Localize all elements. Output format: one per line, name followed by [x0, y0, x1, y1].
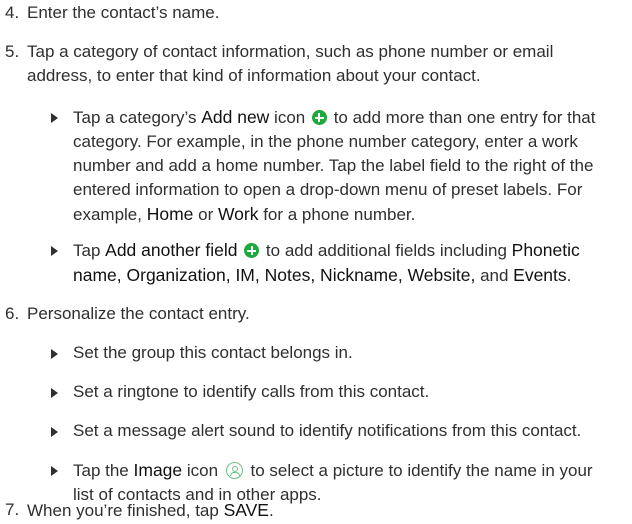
step-text-line: address, to enter that kind of informati…	[27, 66, 481, 85]
bullet-line: Tap Add another field to add additional …	[73, 240, 580, 260]
bullet-line: entered information to open a drop-down …	[73, 180, 583, 199]
bullet-text: Tap Add another field to add additional …	[73, 238, 622, 288]
step-number: 7.	[5, 500, 20, 519]
step-text-line: Tap a category of contact information, s…	[27, 42, 554, 61]
bullet-text: Set a ringtone to identify calls from th…	[73, 382, 430, 401]
bold-term: Phonetic	[511, 240, 580, 260]
manual-page: 4. Enter the contact’s name. 5. Tap a ca…	[0, 0, 632, 524]
plus-circle-icon	[311, 110, 327, 125]
step-number: 5.	[5, 42, 20, 61]
step-number: 4.	[5, 3, 20, 22]
step-5: 5. Tap a category of contact information…	[5, 40, 622, 88]
step-text: Enter the contact’s name.	[27, 3, 220, 22]
plus-circle-icon	[244, 243, 260, 258]
bullet-line: Tap a category’s Add new icon to add mor…	[73, 107, 596, 127]
bold-term: Home	[146, 204, 194, 224]
bullet-arrow-icon	[51, 113, 58, 123]
step-text: Tap a category of contact information, s…	[27, 40, 622, 88]
bullet-line: Tap the Image icon to select a picture t…	[73, 460, 593, 480]
bullet-group: Set the group this contact belongs in.	[27, 341, 622, 365]
step-text: Personalize the contact entry.	[27, 304, 250, 323]
bold-term: Image	[133, 460, 183, 480]
bullet-add-field: Tap Add another field to add additional …	[27, 238, 622, 288]
step-text: When you’re finished, tap SAVE.	[27, 500, 274, 520]
bullet-ringtone: Set a ringtone to identify calls from th…	[27, 380, 622, 404]
bullet-line: name, Organization, IM, Notes, Nickname,…	[73, 265, 572, 285]
bold-term: Add another field	[105, 240, 238, 260]
bullet-line: category. For example, in the phone numb…	[73, 132, 578, 151]
step-number: 6.	[5, 304, 20, 323]
bullet-text: Set the group this contact belongs in.	[73, 343, 353, 362]
bold-term: Work	[217, 204, 259, 224]
bullet-arrow-icon	[51, 427, 58, 437]
bullet-add-new: Tap a category’s Add new icon to add mor…	[27, 105, 622, 227]
bullet-arrow-icon	[51, 388, 58, 398]
bullet-text: Tap a category’s Add new icon to add mor…	[73, 105, 622, 227]
bullet-line: example, Home or Work for a phone number…	[73, 204, 416, 224]
contact-image-icon	[225, 462, 243, 479]
bullet-line: number and add a home number. Tap the la…	[73, 156, 594, 175]
bold-term: name, Organization, IM, Notes, Nickname,…	[73, 265, 476, 285]
bullet-arrow-icon	[51, 349, 58, 359]
bullet-text: Set a message alert sound to identify no…	[73, 421, 582, 440]
step-4: 4. Enter the contact’s name.	[5, 1, 622, 25]
bullet-arrow-icon	[51, 246, 58, 256]
bold-term: Events	[513, 265, 567, 285]
bold-term: Add new	[201, 107, 270, 127]
bold-term: SAVE	[223, 500, 269, 520]
step-7: 7. When you’re finished, tap SAVE.	[5, 498, 622, 523]
bullet-message-alert: Set a message alert sound to identify no…	[27, 419, 622, 443]
step-6: 6. Personalize the contact entry.	[5, 302, 622, 326]
bullet-arrow-icon	[51, 466, 58, 476]
